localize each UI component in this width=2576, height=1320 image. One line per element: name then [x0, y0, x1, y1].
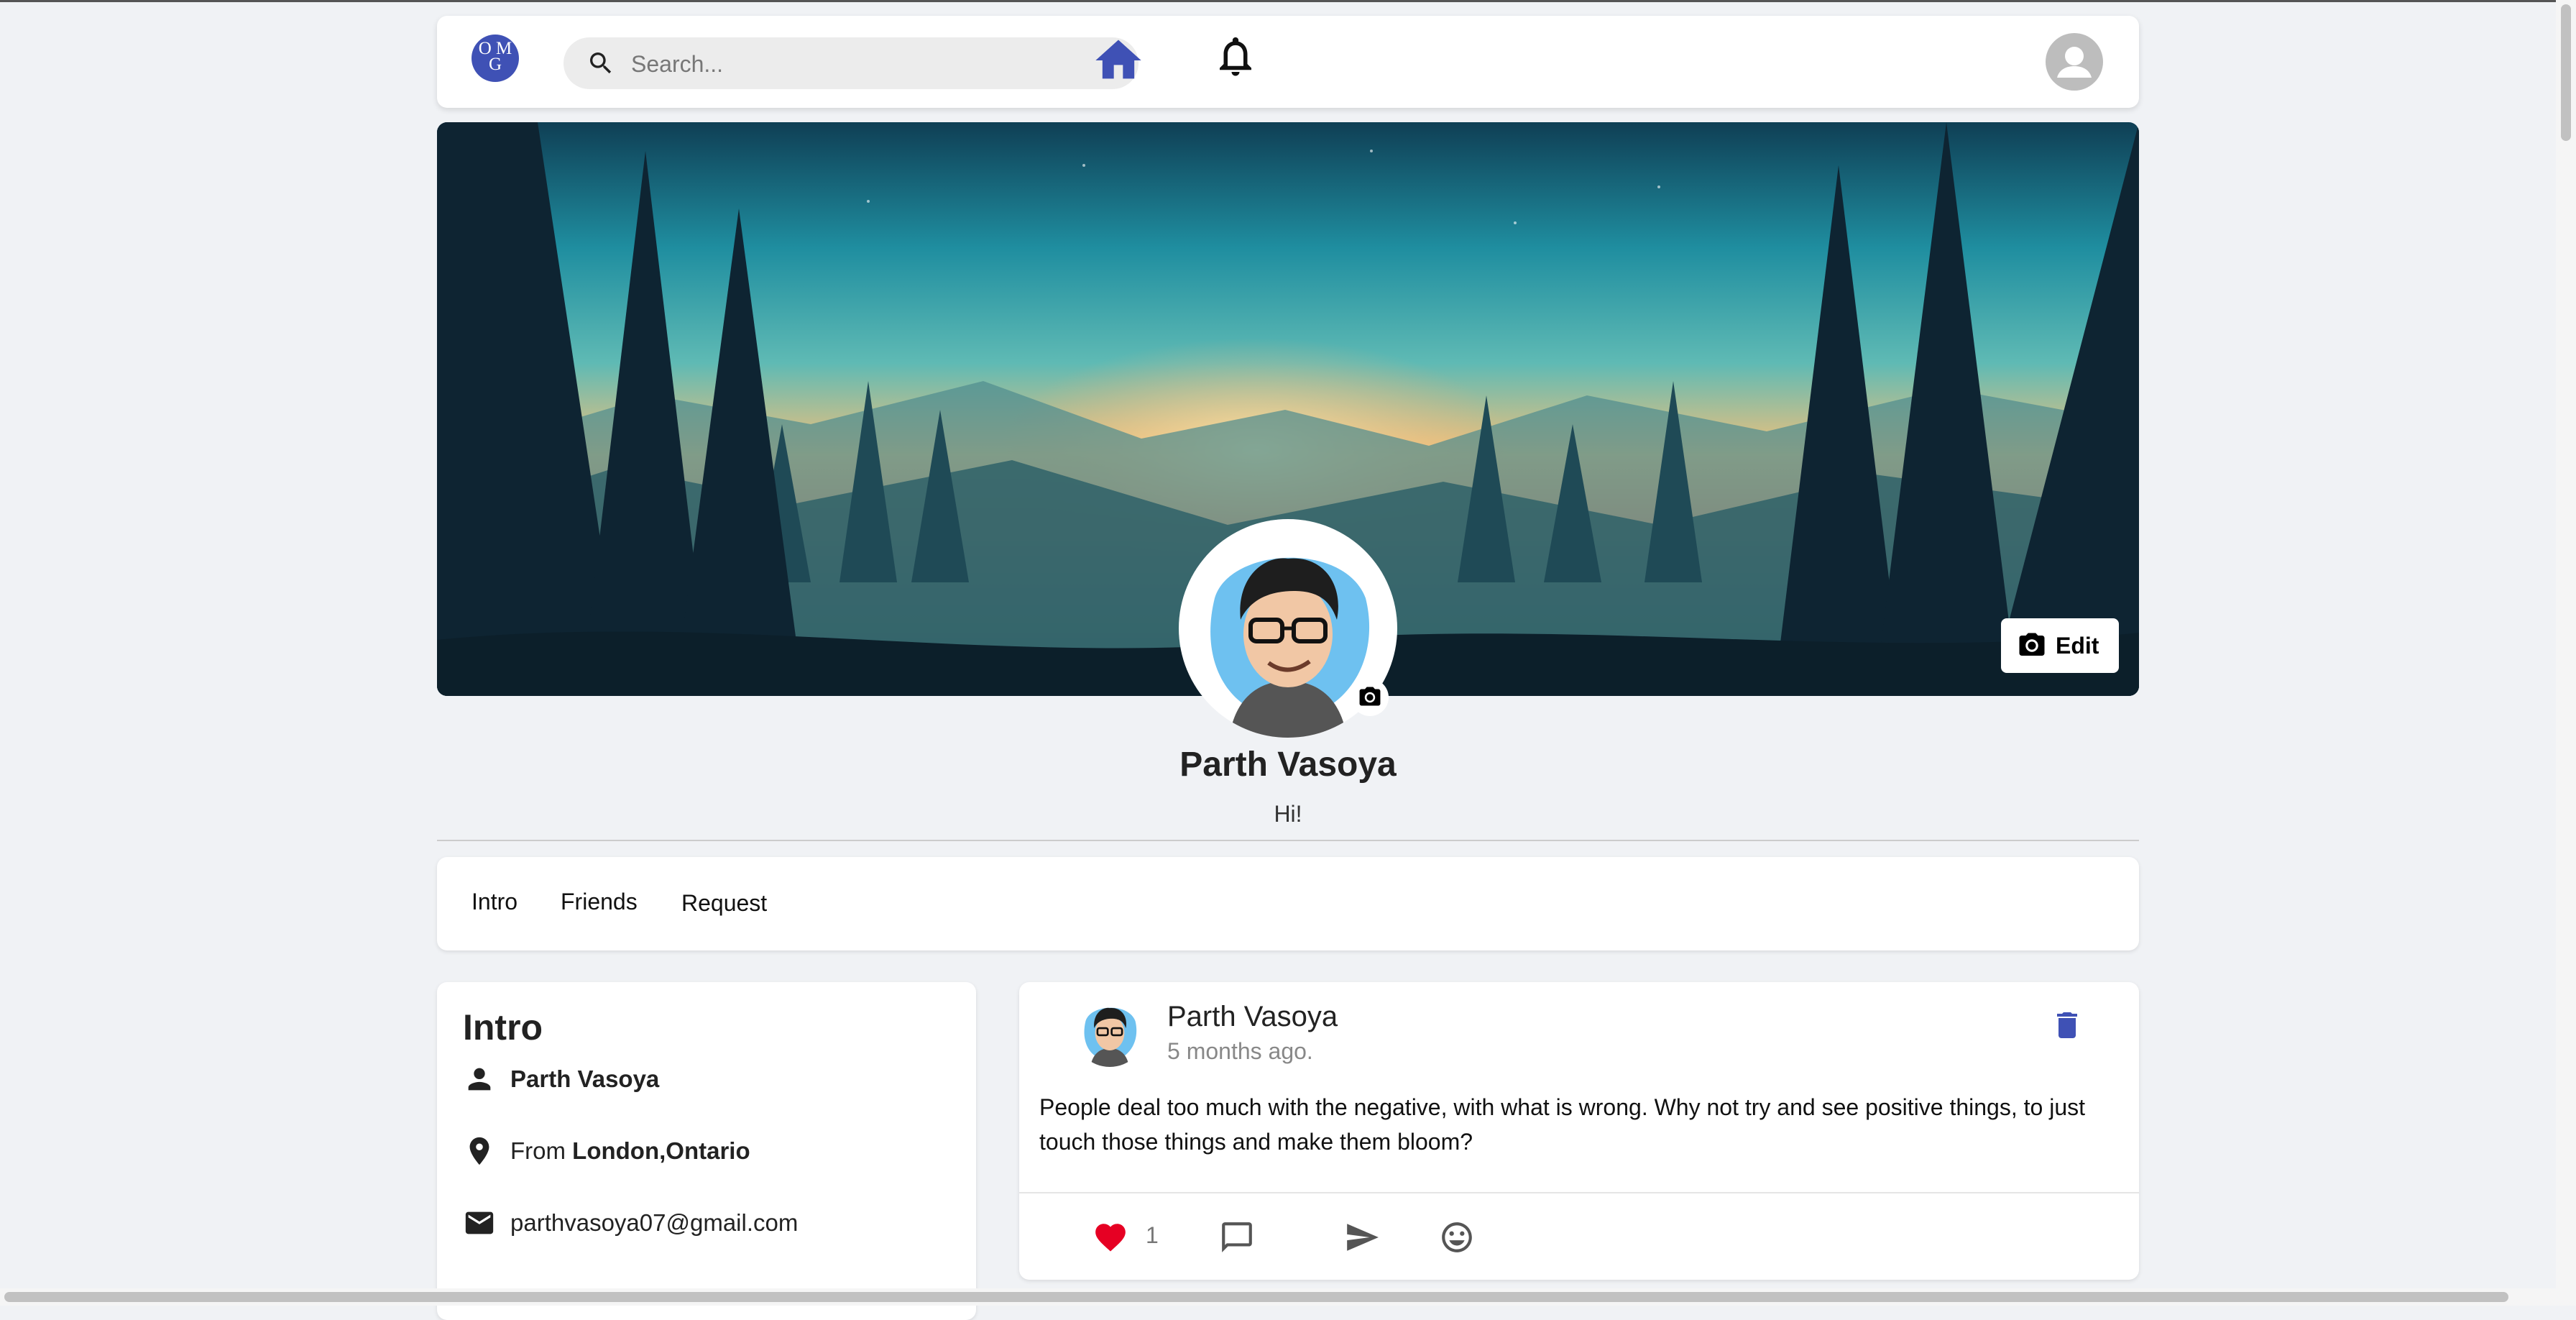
vertical-scrollbar[interactable] [2556, 0, 2576, 1288]
like-count: 1 [1146, 1222, 1159, 1248]
delete-icon[interactable] [2050, 1008, 2084, 1042]
profile-name: Parth Vasoya [1179, 746, 1397, 784]
tab-intro[interactable]: Intro [472, 889, 518, 915]
post-text: People deal too much with the negative, … [1039, 1094, 2085, 1155]
intro-email-row: parthvasoya07@gmail.com [463, 1206, 798, 1239]
intro-name: Parth Vasoya [510, 1065, 660, 1092]
send-icon[interactable] [1344, 1219, 1380, 1255]
account-avatar[interactable] [2046, 33, 2103, 91]
comment-icon[interactable] [1219, 1219, 1255, 1255]
intro-from-prefix: From [510, 1137, 566, 1164]
profile-divider [437, 840, 2139, 841]
account-icon [2057, 47, 2092, 78]
intro-location: London,Ontario [572, 1137, 750, 1164]
post-timestamp: 5 months ago. [1167, 1038, 1313, 1064]
change-photo-button[interactable] [1351, 679, 1389, 716]
tab-request[interactable]: Request [681, 890, 767, 917]
post-author-avatar[interactable] [1074, 995, 1146, 1067]
horizontal-scrollbar[interactable] [0, 1288, 2576, 1306]
post-divider [1019, 1192, 2139, 1193]
window-top-border [0, 0, 2576, 2]
camera-icon [2019, 633, 2045, 656]
profile-tabs: Intro Friends Request [437, 857, 2139, 950]
intro-name-row: Parth Vasoya [463, 1063, 659, 1096]
bell-icon[interactable] [1212, 29, 1259, 83]
edit-cover-label: Edit [2056, 632, 2099, 659]
camera-icon [1359, 687, 1381, 706]
mail-icon [465, 1211, 494, 1234]
location-pin-icon [469, 1137, 489, 1165]
person-icon [468, 1068, 491, 1091]
heart-icon[interactable] [1092, 1219, 1128, 1255]
search-input[interactable] [630, 47, 1107, 81]
intro-email: parthvasoya07@gmail.com [510, 1209, 799, 1236]
search-icon [590, 52, 612, 74]
profile-bio: Hi! [1274, 801, 1302, 827]
intro-title: Intro [463, 1007, 543, 1048]
post-author-name[interactable]: Parth Vasoya [1167, 1001, 1338, 1033]
emoji-icon[interactable] [1439, 1219, 1475, 1255]
horizontal-scroll-thumb[interactable] [4, 1292, 2508, 1302]
home-icon[interactable] [1091, 33, 1146, 88]
post-avatar-image [1074, 995, 1146, 1067]
vertical-scroll-thumb[interactable] [2561, 4, 2571, 141]
app-logo[interactable]: O MG [472, 35, 519, 82]
top-navbar: O MG [437, 16, 2139, 108]
post-card: Parth Vasoya 5 months ago. People deal t… [1019, 982, 2139, 1280]
search-bar [564, 37, 1138, 89]
intro-location-row: From London,Ontario [463, 1135, 750, 1168]
intro-card: Intro Parth Vasoya From London,Ontario p… [437, 982, 976, 1320]
edit-cover-button[interactable]: Edit [2001, 618, 2119, 673]
tab-friends[interactable]: Friends [561, 889, 638, 915]
